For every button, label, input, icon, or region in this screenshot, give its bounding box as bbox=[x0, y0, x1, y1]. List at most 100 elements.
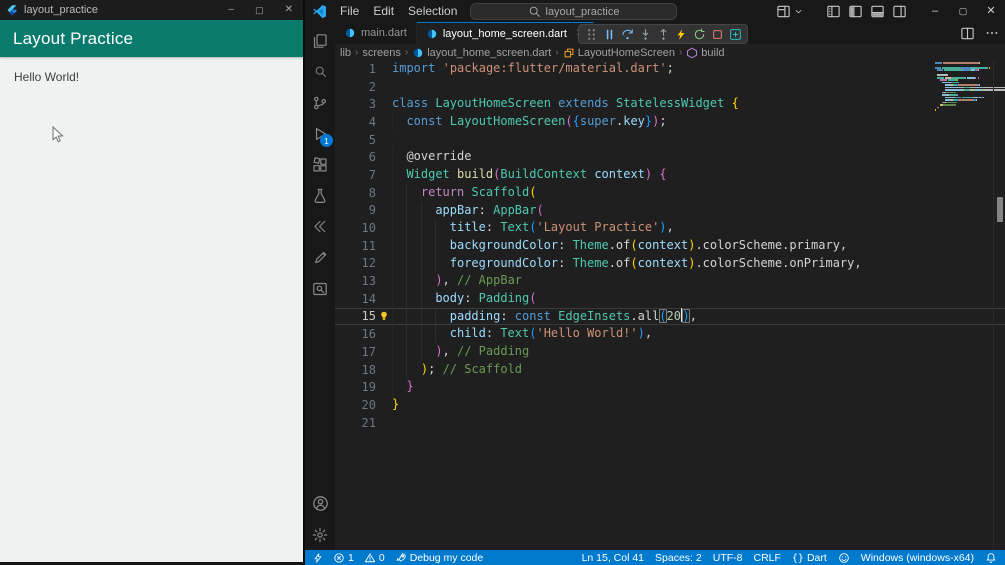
bell-icon bbox=[985, 552, 997, 564]
status-bar: 1 0 Debug my code Ln 15, Col 41 Spaces: 2 UT… bbox=[305, 550, 1005, 565]
panel-left-icon[interactable] bbox=[848, 4, 863, 19]
status-crlf[interactable]: CRLF bbox=[753, 552, 780, 564]
warning-icon bbox=[364, 552, 376, 564]
breadcrumb-lib[interactable]: lib bbox=[340, 47, 351, 59]
status-bell[interactable] bbox=[985, 552, 997, 564]
status-smiley[interactable] bbox=[838, 552, 850, 564]
debug-step-out-button[interactable] bbox=[656, 27, 670, 41]
menu-selection[interactable]: Selection bbox=[401, 0, 464, 22]
vscode-close-button[interactable]: ✕ bbox=[977, 0, 1005, 22]
activity-testing[interactable] bbox=[305, 180, 335, 211]
tab-main-dart[interactable]: main.dart bbox=[335, 22, 417, 44]
activity-search[interactable] bbox=[305, 56, 335, 87]
flutter-window-title: layout_practice bbox=[24, 4, 98, 16]
hello-world-text: Hello World! bbox=[14, 70, 80, 84]
smiley-icon bbox=[838, 552, 850, 564]
chev-down-icon[interactable] bbox=[793, 6, 804, 17]
status-ln-15-col-41[interactable]: Ln 15, Col 41 bbox=[582, 552, 644, 564]
status-debug-my-code[interactable]: Debug my code bbox=[395, 552, 483, 564]
editor-layout-icon[interactable] bbox=[776, 4, 791, 19]
breadcrumb-layout-home-screen-dart[interactable]: layout_home_screen.dart bbox=[412, 47, 551, 59]
more-icon[interactable] bbox=[985, 26, 999, 40]
error-icon bbox=[333, 552, 345, 564]
layout-grid-icon[interactable] bbox=[826, 4, 841, 19]
vscode-minimize-button[interactable]: – bbox=[921, 0, 949, 22]
code-line-20: 20} bbox=[335, 396, 1005, 414]
panel-bottom-icon[interactable] bbox=[870, 4, 885, 19]
code-line-10: 10 title: Text('Layout Practice'), bbox=[335, 219, 1005, 237]
activity-source-control[interactable] bbox=[305, 87, 335, 118]
status-windows-windows-x64[interactable]: Windows (windows-x64) bbox=[861, 552, 974, 564]
code-editor[interactable]: 1 import 'package:flutter/material.dart';… bbox=[335, 60, 1005, 550]
debug-grip-button[interactable] bbox=[584, 27, 598, 41]
status-utf-8[interactable]: UTF-8 bbox=[713, 552, 743, 564]
activity-run-debug[interactable]: 1 bbox=[305, 118, 335, 149]
mouse-cursor bbox=[52, 125, 65, 149]
editor-layout-control[interactable] bbox=[776, 4, 804, 19]
flutter-close-button[interactable]: ✕ bbox=[285, 0, 293, 20]
tab-layout_home_screen-dart[interactable]: layout_home_screen.dart✕ bbox=[416, 22, 595, 44]
preview-search-icon bbox=[312, 281, 328, 297]
activity-account[interactable] bbox=[305, 488, 335, 519]
symbol-method-icon bbox=[686, 47, 698, 59]
breadcrumb-separator: › bbox=[678, 47, 683, 58]
panel-toggle-group bbox=[826, 4, 907, 19]
vscode-maximize-button[interactable]: ▢ bbox=[949, 0, 977, 22]
testing-icon bbox=[312, 188, 328, 204]
debug-restart-button[interactable] bbox=[692, 27, 706, 41]
line-number: 6 bbox=[368, 150, 376, 165]
status-0[interactable]: 0 bbox=[364, 552, 385, 564]
line-number: 21 bbox=[361, 415, 376, 430]
activity-preview-search[interactable] bbox=[305, 273, 335, 304]
menu-edit[interactable]: Edit bbox=[366, 0, 401, 22]
flutter-appbar-title: Layout Practice bbox=[13, 28, 134, 48]
debug-hot-reload-button[interactable] bbox=[674, 27, 688, 41]
code-line-1: 1 import 'package:flutter/material.dart'; bbox=[335, 60, 1005, 78]
status-spaces-2[interactable]: Spaces: 2 bbox=[655, 552, 702, 564]
flutter-maximize-button[interactable]: ▢ bbox=[255, 0, 264, 20]
activity-pen[interactable] bbox=[305, 242, 335, 273]
panel-right-icon[interactable] bbox=[892, 4, 907, 19]
command-center-search[interactable]: layout_practice bbox=[470, 3, 677, 20]
status-1[interactable]: 1 bbox=[333, 552, 354, 564]
code-line-2: 2 bbox=[335, 78, 1005, 96]
menu-file[interactable]: File bbox=[333, 0, 366, 22]
debug-pause-button[interactable] bbox=[602, 27, 616, 41]
code-line-8: 8 return Scaffold( bbox=[335, 184, 1005, 202]
search-icon bbox=[528, 5, 541, 18]
flutter-minimize-button[interactable]: – bbox=[229, 0, 235, 20]
debug-widget-inspector-button[interactable] bbox=[728, 27, 742, 41]
line-number: 20 bbox=[361, 397, 376, 412]
activity-extensions[interactable] bbox=[305, 149, 335, 180]
scrollbar-thumb[interactable] bbox=[997, 197, 1003, 222]
breadcrumb-layouthomescreen[interactable]: LayoutHomeScreen bbox=[563, 47, 675, 59]
minimap[interactable] bbox=[935, 62, 1005, 122]
status-dart[interactable]: {} Dart bbox=[792, 552, 827, 564]
code-line-12: 12 foregroundColor: Theme.of(context).col… bbox=[335, 255, 1005, 273]
line-number: 7 bbox=[368, 167, 376, 182]
activity-flutter[interactable] bbox=[305, 211, 335, 242]
breadcrumb-build[interactable]: build bbox=[686, 47, 725, 59]
account-icon bbox=[312, 495, 329, 512]
split-editor-icon[interactable] bbox=[960, 26, 975, 41]
code-line-7: 7 Widget build(BuildContext context) { bbox=[335, 166, 1005, 184]
line-number: 8 bbox=[368, 185, 376, 200]
vscode-titlebar[interactable]: FileEditSelectionView⋯ ← → layout_practi… bbox=[305, 0, 1005, 23]
lightbulb-icon[interactable] bbox=[376, 309, 392, 323]
activity-settings[interactable] bbox=[305, 519, 335, 550]
debug-stop-button[interactable] bbox=[710, 27, 724, 41]
status-remote[interactable] bbox=[313, 552, 323, 564]
activity-explorer[interactable] bbox=[305, 25, 335, 56]
debug-step-over-button[interactable] bbox=[620, 27, 634, 41]
debug-step-into-button[interactable] bbox=[638, 27, 652, 41]
line-number: 1 bbox=[368, 61, 376, 76]
breadcrumb-separator: › bbox=[355, 47, 359, 58]
flutter-window-titlebar[interactable]: layout_practice – ▢ ✕ bbox=[0, 0, 303, 20]
code-line-5: 5 bbox=[335, 131, 1005, 149]
symbol-class-icon bbox=[563, 47, 575, 59]
code-line-11: 11 backgroundColor: Theme.of(context).col… bbox=[335, 237, 1005, 255]
line-number: 13 bbox=[361, 274, 376, 289]
breadcrumb-screens[interactable]: screens bbox=[362, 47, 401, 59]
minimap-border bbox=[993, 60, 994, 550]
breadcrumb: lib › screens › layout_home_screen.dart › Layo… bbox=[335, 45, 1005, 60]
